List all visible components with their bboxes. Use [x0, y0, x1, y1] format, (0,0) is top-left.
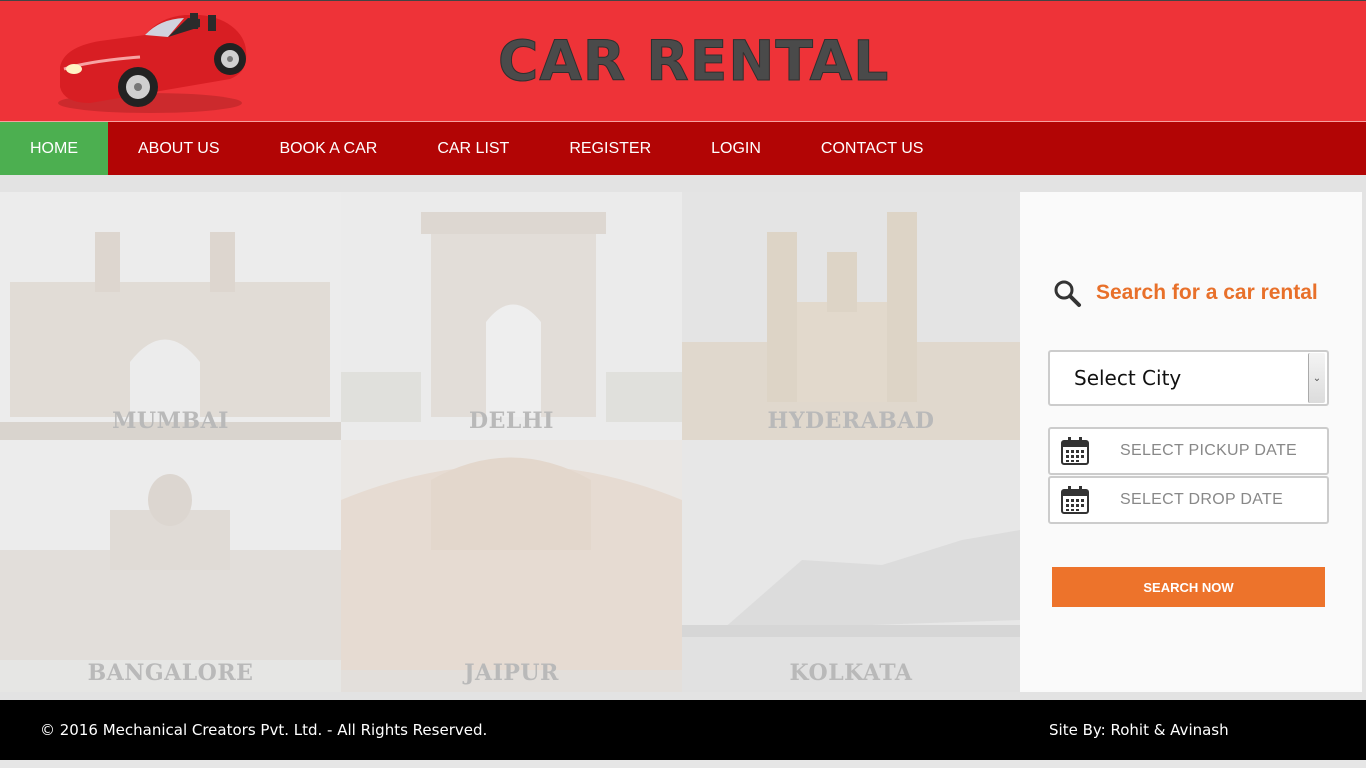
search-icon — [1054, 280, 1081, 307]
city-label: KOLKATA — [789, 660, 913, 686]
india-gate-image — [341, 192, 682, 440]
gateway-of-india-image — [0, 192, 341, 440]
drop-date-field[interactable]: SELECT DROP DATE — [1048, 476, 1329, 524]
chevron-down-icon[interactable]: ⌄ — [1308, 353, 1325, 403]
main-navigation: HOME ABOUT US BOOK A CAR CAR LIST REGIST… — [0, 121, 1366, 175]
nav-item-about-us[interactable]: ABOUT US — [108, 122, 250, 175]
nav-item-contact-us[interactable]: CONTACT US — [791, 122, 954, 175]
city-tile-delhi[interactable]: DELHI — [341, 192, 682, 440]
site-footer: © 2016 Mechanical Creators Pvt. Ltd. - A… — [0, 700, 1366, 760]
drop-date-placeholder: SELECT DROP DATE — [1120, 491, 1284, 508]
charminar-image — [682, 192, 1020, 440]
city-tile-bangalore[interactable]: BANGALORE — [0, 440, 341, 692]
calendar-icon — [1061, 437, 1089, 465]
search-heading: Search for a car rental — [1052, 278, 1318, 308]
main-content: MUMBAI DELHI HYDERABAD BANGALORE JAIPUR … — [0, 175, 1366, 700]
city-tile-hyderabad[interactable]: HYDERABAD — [682, 192, 1020, 440]
nav-item-car-list[interactable]: CAR LIST — [407, 122, 539, 175]
site-title: CAR RENTAL — [497, 29, 890, 94]
nav-item-book-a-car[interactable]: BOOK A CAR — [250, 122, 408, 175]
red-convertible-car-icon — [58, 13, 247, 113]
city-tile-jaipur[interactable]: JAIPUR — [341, 440, 682, 692]
nav-item-register[interactable]: REGISTER — [539, 122, 681, 175]
copyright-text: © 2016 Mechanical Creators Pvt. Ltd. - A… — [40, 721, 488, 739]
search-heading-text: Search for a car rental — [1096, 281, 1318, 304]
pickup-date-placeholder: SELECT PICKUP DATE — [1120, 442, 1298, 459]
city-tile-mumbai[interactable]: MUMBAI — [0, 192, 341, 440]
city-label: MUMBAI — [112, 408, 229, 434]
city-select-value: Select City — [1074, 366, 1182, 390]
city-tile-kolkata[interactable]: KOLKATA — [682, 440, 1020, 692]
city-label: DELHI — [469, 408, 554, 434]
calendar-icon — [1061, 486, 1089, 514]
vidhana-soudha-image — [0, 440, 341, 692]
city-select[interactable]: Select City ⌄ — [1048, 350, 1329, 406]
site-credits: Site By: Rohit & Avinash — [1049, 721, 1229, 739]
city-label: JAIPUR — [464, 660, 559, 686]
city-label: BANGALORE — [87, 660, 254, 686]
city-image-grid: MUMBAI DELHI HYDERABAD BANGALORE JAIPUR … — [0, 192, 1020, 692]
search-now-button[interactable]: SEARCH NOW — [1052, 567, 1325, 607]
city-label: HYDERABAD — [767, 408, 935, 434]
pickup-date-field[interactable]: SELECT PICKUP DATE — [1048, 427, 1329, 475]
nav-item-home[interactable]: HOME — [0, 122, 108, 175]
nav-item-login[interactable]: LOGIN — [681, 122, 791, 175]
site-header: CAR RENTAL — [0, 0, 1366, 121]
howrah-bridge-image — [682, 440, 1020, 692]
hawa-mahal-image — [341, 440, 682, 692]
search-panel: Search for a car rental Select City ⌄ SE… — [1020, 192, 1362, 692]
